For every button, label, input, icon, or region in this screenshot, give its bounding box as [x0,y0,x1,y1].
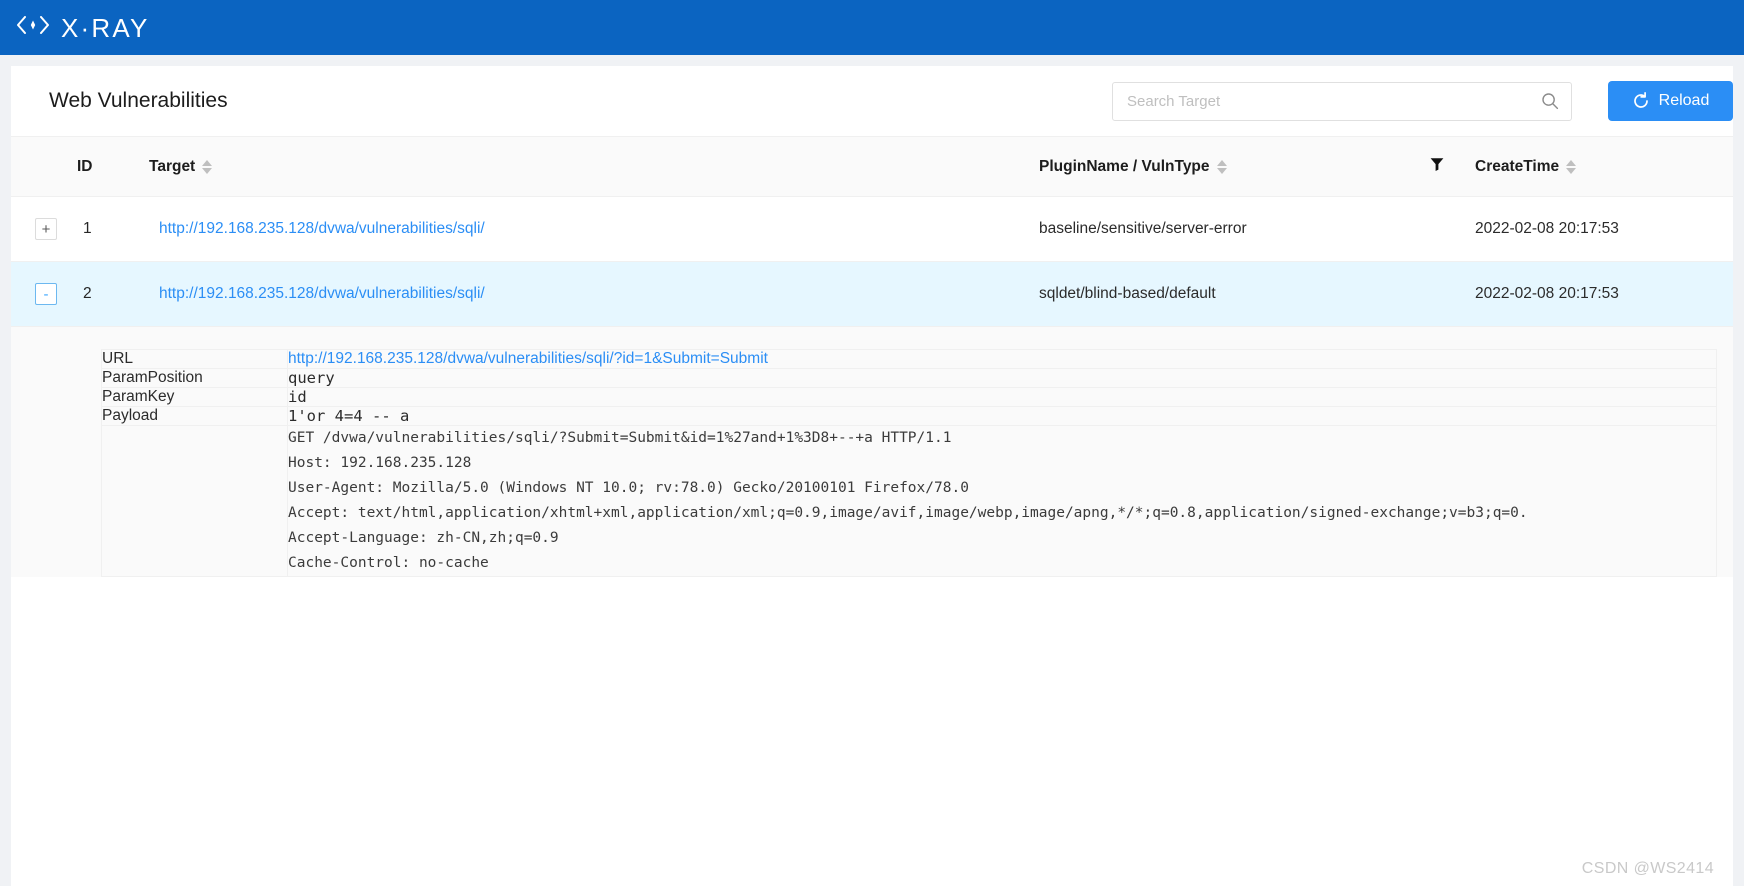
app-header-bar: X·RAY [0,0,1744,55]
table-body: + 1 http://192.168.235.128/dvwa/vulnerab… [11,196,1733,577]
row-target-link[interactable]: http://192.168.235.128/dvwa/vulnerabilit… [159,285,485,302]
detail-url-link[interactable]: http://192.168.235.128/dvwa/vulnerabilit… [288,350,768,367]
detail-label: URL [101,349,288,369]
vulnerabilities-card: Web Vulnerabilities Search Target Reload… [11,66,1733,886]
row-expand-cell: + [11,196,77,262]
header-tools: Reload [1112,81,1733,121]
expand-row-button[interactable]: + [35,218,57,240]
row-expand-cell: - [11,261,77,327]
search-target-box[interactable] [1112,81,1572,121]
table-row-detail: URL http://192.168.235.128/dvwa/vulnerab… [11,326,1733,577]
detail-label: Payload [101,406,288,426]
search-input[interactable] [1127,92,1541,110]
detail-label: ParamPosition [101,368,288,388]
column-plugin[interactable]: PluginName / VulnType [1039,137,1429,197]
detail-table: URL http://192.168.235.128/dvwa/vulnerab… [101,349,1717,577]
reload-button[interactable]: Reload [1608,81,1733,121]
search-icon[interactable] [1541,92,1559,110]
column-filter[interactable] [1429,137,1475,197]
row-plugin: baseline/sensitive/server-error [1039,196,1429,262]
page-body: Web Vulnerabilities Search Target Reload… [0,55,1744,886]
detail-row-url: URL http://192.168.235.128/dvwa/vulnerab… [101,349,1717,369]
detail-row-paramposition: ParamPosition query [101,368,1717,388]
brand-name: X·RAY [61,12,150,43]
sort-plugin-icon[interactable] [1216,159,1227,174]
detail-row-paramkey: ParamKey id [101,387,1717,407]
reload-button-label: Reload [1658,92,1710,109]
detail-label: ParamKey [101,387,288,407]
row-filter-spacer [1429,261,1475,327]
filter-funnel-icon[interactable] [1429,156,1445,177]
row-id: 1 [77,196,149,262]
row-createtime: 2022-02-08 20:17:53 [1475,196,1733,262]
column-target-label: Target [149,157,196,175]
table-header: ID Target PluginName / VulnType CreateTi… [11,137,1733,197]
detail-label-empty [101,425,288,577]
row-id: 2 [77,261,149,327]
column-plugin-label: PluginName / VulnType [1039,157,1210,175]
detail-panel-cell: URL http://192.168.235.128/dvwa/vulnerab… [11,326,1733,577]
detail-value: id [287,387,1717,407]
sort-createtime-icon[interactable] [1566,159,1577,174]
row-target-cell: http://192.168.235.128/dvwa/vulnerabilit… [149,196,1039,262]
detail-request-raw: GET /dvwa/vulnerabilities/sqli/?Submit=S… [287,425,1717,577]
detail-panel: URL http://192.168.235.128/dvwa/vulnerab… [11,327,1733,577]
row-filter-spacer [1429,196,1475,262]
detail-row-request: GET /dvwa/vulnerabilities/sqli/?Submit=S… [101,425,1717,577]
table-row[interactable]: - 2 http://192.168.235.128/dvwa/vulnerab… [11,261,1733,327]
detail-value: 1'or 4=4 -- a [287,406,1717,426]
row-target-link[interactable]: http://192.168.235.128/dvwa/vulnerabilit… [159,220,485,237]
watermark: CSDN @WS2414 [1581,860,1714,877]
column-createtime[interactable]: CreateTime [1475,137,1733,197]
sort-target-icon[interactable] [202,159,213,174]
column-expand [11,137,77,197]
row-plugin: sqldet/blind-based/default [1039,261,1429,327]
row-target-cell: http://192.168.235.128/dvwa/vulnerabilit… [149,261,1039,327]
xray-chevrons-icon [16,16,50,39]
detail-row-payload: Payload 1'or 4=4 -- a [101,406,1717,426]
page-title: Web Vulnerabilities [49,89,228,112]
column-id: ID [77,137,149,197]
detail-value-cell: http://192.168.235.128/dvwa/vulnerabilit… [287,349,1717,369]
column-target[interactable]: Target [149,137,1039,197]
vulnerabilities-table: ID Target PluginName / VulnType CreateTi… [11,137,1733,577]
collapse-row-button[interactable]: - [35,283,57,305]
detail-value: query [287,368,1717,388]
column-createtime-label: CreateTime [1475,157,1560,175]
row-createtime: 2022-02-08 20:17:53 [1475,261,1733,327]
table-row[interactable]: + 1 http://192.168.235.128/dvwa/vulnerab… [11,196,1733,262]
column-id-label: ID [77,157,93,175]
table-header-row: ID Target PluginName / VulnType CreateTi… [11,137,1733,197]
brand-logo[interactable]: X·RAY [16,15,150,41]
refresh-icon [1632,92,1650,110]
card-header: Web Vulnerabilities Search Target Reload [11,66,1733,137]
